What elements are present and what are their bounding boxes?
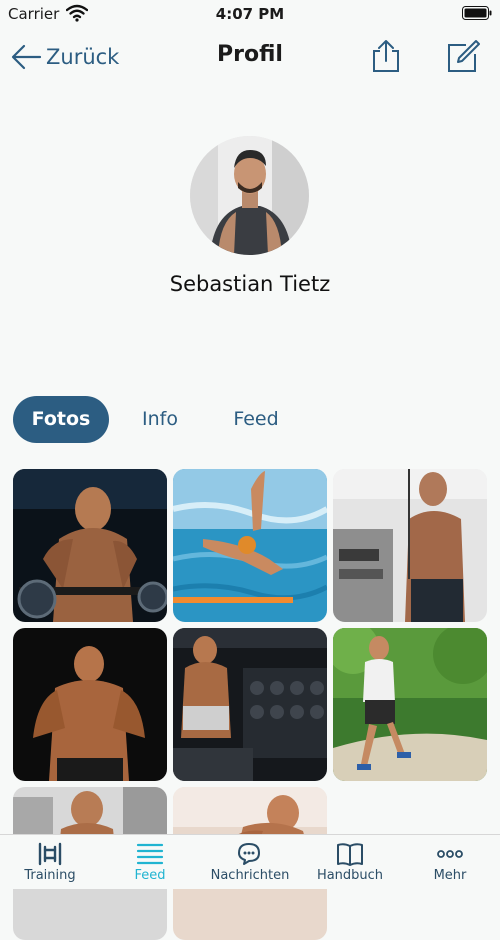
photo-gym-bench[interactable]: [173, 628, 327, 781]
tabbar-label: Feed: [134, 868, 166, 883]
photo-barbell-curl[interactable]: [13, 469, 167, 622]
tabbar-label: Mehr: [433, 868, 467, 883]
tabbar-item-feed[interactable]: Feed: [100, 835, 200, 889]
battery-icon: [462, 6, 492, 20]
page-title: Profil: [217, 42, 283, 67]
tabbar-item-training[interactable]: Training: [0, 835, 100, 889]
avatar-photo: [190, 136, 309, 255]
more-dots-icon: [437, 850, 463, 858]
tabbar-item-handbuch[interactable]: Handbuch: [300, 835, 400, 889]
navigation-bar: Zurück Profil: [0, 30, 500, 84]
tab-info[interactable]: Info: [125, 396, 195, 443]
chat-bubbles-icon: [238, 843, 260, 865]
tab-fotos[interactable]: Fotos: [13, 396, 109, 443]
photo-swimmer[interactable]: [173, 469, 327, 622]
photo-runner[interactable]: [333, 628, 487, 781]
tab-feed[interactable]: Feed: [219, 396, 293, 443]
book-icon: [337, 843, 363, 866]
tabbar-label: Training: [24, 868, 76, 883]
status-time: 4:07 PM: [215, 5, 285, 23]
feed-lines-icon: [136, 843, 164, 865]
profile-name: Sebastian Tietz: [169, 272, 331, 296]
photo-cable-machine[interactable]: [333, 469, 487, 622]
bottom-tab-bar: Training Feed Nachrichten Handbuch Mehr: [0, 834, 500, 889]
photo-flexing[interactable]: [13, 628, 167, 781]
tabbar-label: Nachrichten: [210, 868, 290, 883]
tabbar-item-nachrichten[interactable]: Nachrichten: [200, 835, 300, 889]
status-bar: Carrier 4:07 PM: [0, 0, 500, 28]
tabbar-label: Handbuch: [316, 868, 384, 883]
share-icon[interactable]: [370, 39, 402, 73]
avatar[interactable]: [190, 136, 309, 255]
dumbbell-icon: [38, 842, 62, 866]
tabbar-item-mehr[interactable]: Mehr: [400, 835, 500, 889]
edit-icon[interactable]: [446, 39, 480, 73]
